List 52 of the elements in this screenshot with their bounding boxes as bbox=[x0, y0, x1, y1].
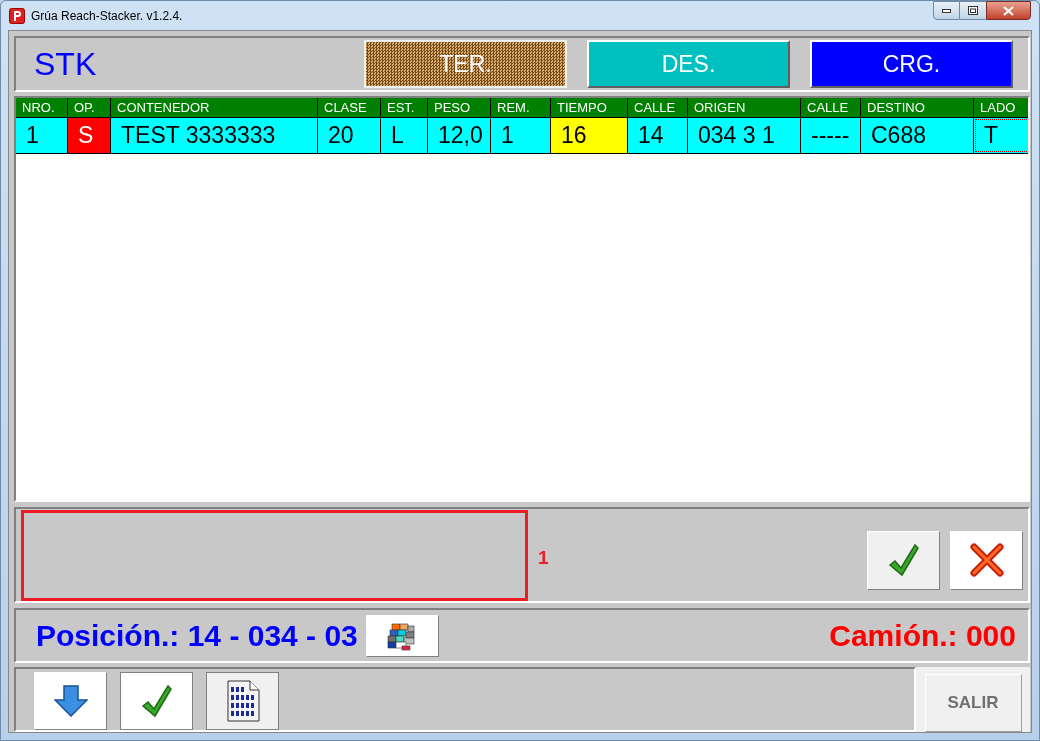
mode-tab[interactable]: CRG. bbox=[810, 40, 1013, 88]
close-button[interactable] bbox=[986, 1, 1031, 20]
cancel-button[interactable] bbox=[950, 530, 1023, 590]
table-cell: 20 bbox=[318, 118, 381, 153]
column-header: LADO bbox=[974, 98, 1028, 117]
table-cell: T bbox=[974, 118, 1028, 153]
accept-button[interactable] bbox=[120, 672, 193, 730]
column-header: OP. bbox=[68, 98, 111, 117]
table-cell: 1 bbox=[16, 118, 68, 153]
down-button[interactable] bbox=[34, 672, 107, 730]
close-icon bbox=[1003, 5, 1014, 16]
app-icon bbox=[9, 7, 25, 24]
truck-label: Camión.: 000 bbox=[829, 618, 1016, 654]
confirm-button[interactable] bbox=[867, 530, 940, 590]
down-arrow-icon bbox=[53, 685, 88, 717]
mode-tab[interactable]: DES. bbox=[587, 40, 790, 88]
window-title: Grúa Reach-Stacker. v1.2.4. bbox=[31, 7, 183, 25]
exit-button[interactable]: SALIR bbox=[924, 674, 1022, 732]
table-cell: 12,0 bbox=[428, 118, 491, 153]
maximize-button[interactable] bbox=[960, 1, 986, 20]
column-header: DESTINO bbox=[861, 98, 974, 117]
column-header: ORIGEN bbox=[688, 98, 801, 117]
column-header: TIEMPO bbox=[551, 98, 628, 117]
close-icon bbox=[969, 543, 1004, 577]
crane-label: STK bbox=[34, 45, 98, 84]
table-cell: TEST 3333333 bbox=[111, 118, 318, 153]
table-cell: 16 bbox=[551, 118, 628, 153]
column-header: CONTENEDOR bbox=[111, 98, 318, 117]
column-header: CLASE bbox=[318, 98, 381, 117]
table-cell: 1 bbox=[491, 118, 551, 153]
minimize-icon bbox=[942, 8, 951, 13]
column-header: CALLE bbox=[801, 98, 861, 117]
message-count: 1 bbox=[538, 545, 549, 570]
table-cell: S bbox=[68, 118, 111, 153]
binary-file-button[interactable] bbox=[206, 672, 279, 730]
column-header: NRO. bbox=[16, 98, 68, 117]
column-header: CALLE bbox=[628, 98, 688, 117]
column-header: REM. bbox=[491, 98, 551, 117]
column-header: EST. bbox=[381, 98, 428, 117]
table-cell: L bbox=[381, 118, 428, 153]
stack-view-button[interactable] bbox=[365, 614, 439, 657]
restore-icon bbox=[968, 6, 978, 15]
minimize-button[interactable] bbox=[933, 1, 960, 20]
binary-document-icon bbox=[225, 679, 260, 723]
check-icon bbox=[887, 543, 920, 577]
table-cell: 14 bbox=[628, 118, 688, 153]
column-header: PESO bbox=[428, 98, 491, 117]
table-cell: 034 3 1 bbox=[688, 118, 801, 153]
table-cell: C688 bbox=[861, 118, 974, 153]
position-label: Posición.: 14 - 034 - 03 bbox=[36, 618, 358, 654]
table-cell: ----- bbox=[801, 118, 861, 153]
check-icon bbox=[140, 684, 173, 718]
